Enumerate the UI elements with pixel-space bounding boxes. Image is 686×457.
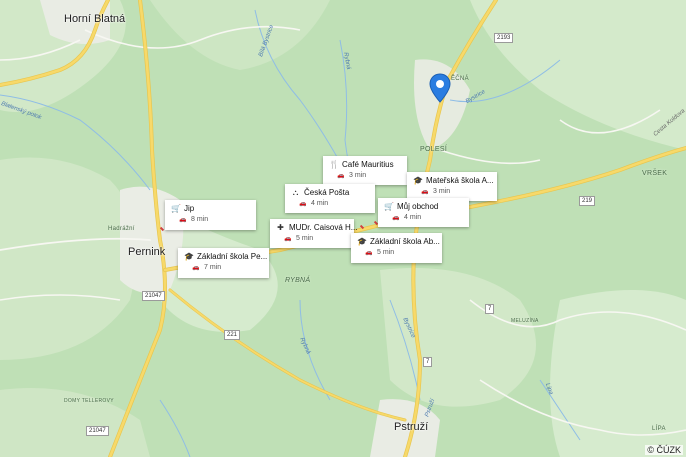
poi-card[interactable]: 🎓 Základní škola Ab... 🚗 5 min: [351, 233, 442, 263]
medical-icon: ✚: [277, 223, 284, 232]
poi-time: 7 min: [204, 264, 222, 271]
poi-name: Můj obchod: [397, 202, 439, 211]
place-pstruzi: Pstruží: [394, 421, 429, 433]
car-icon: 🚗: [284, 235, 292, 242]
poi-time: 3 min: [433, 188, 451, 195]
car-icon: 🚗: [192, 264, 200, 271]
school-icon: 🎓: [357, 237, 367, 246]
poi-name: Česká Pošta: [304, 188, 350, 197]
place-hadrazni: Hadrážní: [108, 226, 135, 232]
poi-time: 4 min: [311, 200, 329, 207]
poi-time: 3 min: [349, 172, 367, 179]
poi-time: 5 min: [296, 235, 314, 242]
poi-name: Café Mauritius: [342, 160, 394, 169]
car-icon: 🚗: [337, 172, 345, 179]
school-icon: 🎓: [184, 252, 194, 261]
place-meluzina: MELUZÍNA: [511, 318, 539, 324]
poi-time: 5 min: [377, 249, 395, 256]
car-icon: 🚗: [299, 200, 307, 207]
poi-card[interactable]: 🍴 Café Mauritius 🚗 3 min: [323, 156, 407, 185]
poi-card[interactable]: ✚ MUDr. Caisová H... 🚗 5 min: [270, 219, 358, 248]
poi-card[interactable]: 🎓 Mateřská škola A... 🚗 3 min: [407, 172, 497, 201]
place-vrsek: VRŠEK: [642, 170, 668, 177]
car-icon: 🚗: [365, 249, 373, 256]
road-shield: 7: [423, 357, 433, 367]
poi-time: 8 min: [191, 216, 209, 223]
location-pin-icon[interactable]: [429, 73, 451, 103]
poi-card[interactable]: ⛬ Česká Pošta 🚗 4 min: [285, 184, 375, 213]
map-canvas[interactable]: Horní Blatná Pernink Pstruží Hadrážní PO…: [0, 0, 686, 457]
road-shield: 7: [485, 304, 495, 314]
car-icon: 🚗: [421, 188, 429, 195]
road-shield: 221: [224, 330, 241, 340]
poi-name: Jip: [184, 204, 195, 213]
shop-icon: 🛒: [171, 204, 181, 213]
poi-name: Základní škola Pe...: [197, 252, 268, 261]
poi-card[interactable]: 🎓 Základní škola Pe... 🚗 7 min: [178, 248, 269, 278]
place-domy-tellerovy: DOMY TELLEROVY: [64, 398, 114, 404]
poi-card[interactable]: 🛒 Můj obchod 🚗 4 min: [378, 198, 469, 227]
place-pernink: Pernink: [128, 246, 166, 258]
place-polesi: POLESÍ: [420, 146, 448, 153]
road-shield: 21047: [86, 426, 109, 436]
copyright-notice[interactable]: © ČÚZK: [645, 445, 683, 455]
post-icon: ⛬: [292, 188, 299, 197]
poi-time: 4 min: [404, 214, 422, 221]
restaurant-icon: 🍴: [329, 160, 339, 169]
place-horni-blatna: Horní Blatná: [64, 13, 126, 25]
poi-name: Mateřská škola A...: [426, 176, 494, 185]
road-shield: 219: [579, 196, 596, 206]
road-shield: 21047: [142, 291, 165, 301]
poi-card[interactable]: 🛒 Jip 🚗 8 min: [165, 200, 256, 230]
place-lipa: LÍPA: [652, 426, 666, 432]
poi-name: MUDr. Caisová H...: [289, 223, 358, 232]
poi-name: Základní škola Ab...: [370, 237, 440, 246]
car-icon: 🚗: [179, 216, 187, 223]
road-shield: 2193: [494, 33, 514, 43]
school-icon: 🎓: [413, 176, 423, 185]
place-rybna: RYBNÁ: [285, 277, 311, 284]
shop-icon: 🛒: [384, 202, 394, 211]
place-hrebecna: ĚČNÁ: [451, 76, 469, 82]
car-icon: 🚗: [392, 214, 400, 221]
